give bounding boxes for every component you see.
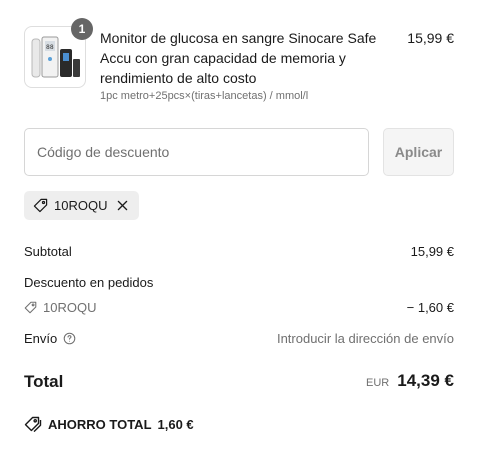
product-variant: 1pc metro+25pcs×(tiras+lancetas) / mmol/…: [100, 90, 309, 102]
applied-discount-code: 10ROQU: [54, 198, 108, 213]
order-discount-code-row: 10ROQU − 1,60 €: [24, 300, 454, 316]
subtotal-value: 15,99 €: [410, 244, 454, 259]
shipping-value: Introducir la dirección de envío: [276, 331, 454, 346]
total-value-wrap: EUR 14,39 €: [366, 371, 454, 391]
svg-text:88: 88: [46, 44, 54, 51]
tags-icon: [24, 416, 42, 432]
discount-code-row: Aplicar: [24, 128, 454, 176]
order-discount-code-wrap: 10ROQU: [24, 300, 96, 315]
subtotal-row: Subtotal 15,99 €: [24, 244, 454, 260]
tag-icon: [33, 198, 48, 213]
applied-discount-chip: 10ROQU: [24, 191, 140, 220]
quantity-badge: 1: [71, 18, 93, 40]
cart-product-line: 88 1 Monitor de glucosa en sangre Sinoca…: [24, 18, 454, 106]
shipping-row: Envío Introducir la dirección de envío: [24, 331, 454, 347]
apply-discount-button[interactable]: Aplicar: [383, 128, 454, 176]
total-currency: EUR: [366, 377, 390, 389]
remove-discount-icon[interactable]: [115, 199, 129, 213]
total-value: 14,39 €: [397, 371, 454, 390]
shipping-label: Envío: [24, 331, 58, 346]
product-price: 15,99 €: [407, 30, 454, 46]
total-savings: AHORRO TOTAL 1,60 €: [24, 416, 194, 432]
order-discount-code: 10ROQU: [43, 300, 97, 315]
tag-icon: [24, 301, 37, 314]
product-title: Monitor de glucosa en sangre Sinocare Sa…: [100, 30, 377, 86]
order-discount-value: − 1,60 €: [406, 300, 454, 315]
shipping-label-wrap: Envío: [24, 331, 76, 346]
savings-value: 1,60 €: [157, 416, 194, 432]
order-discount-row: Descuento en pedidos: [24, 275, 454, 291]
product-thumbnail: 88 1: [24, 18, 93, 88]
subtotal-label: Subtotal: [24, 244, 72, 259]
total-label: Total: [24, 372, 64, 391]
discount-code-input[interactable]: [24, 128, 369, 176]
order-discount-label: Descuento en pedidos: [24, 275, 154, 290]
glucose-meter-image: 88: [31, 36, 80, 78]
help-icon[interactable]: [63, 332, 76, 345]
savings-label: AHORRO TOTAL: [48, 416, 152, 432]
